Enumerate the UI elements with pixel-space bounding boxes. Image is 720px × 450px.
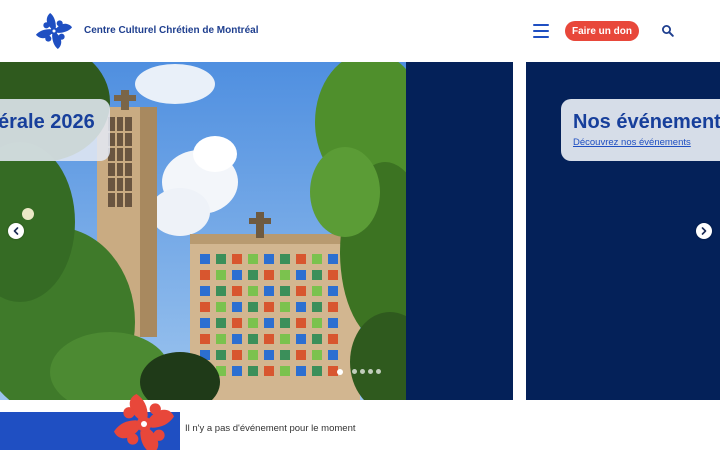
chevron-left-icon — [13, 227, 19, 235]
stained-glass-pane — [312, 350, 322, 360]
stained-glass-pane — [328, 350, 338, 360]
stained-glass-pane — [280, 318, 290, 328]
stained-glass-pane — [312, 366, 322, 376]
stained-glass-pane — [232, 366, 242, 376]
stained-glass-pane — [200, 334, 210, 344]
site-header: Centre Culturel Chrétien de Montréal Fai… — [0, 0, 720, 62]
stained-glass-pane — [264, 254, 274, 264]
stained-glass-pane — [264, 302, 274, 312]
carousel-prev-button[interactable] — [8, 223, 24, 239]
stained-glass-pane — [328, 318, 338, 328]
stained-glass-pane — [200, 270, 210, 280]
stained-glass-pane — [216, 350, 226, 360]
slide-card-assemblee[interactable]: érale 2026 — [0, 99, 110, 161]
stained-glass-pane — [248, 270, 258, 280]
stained-glass-pane — [216, 270, 226, 280]
stained-glass-pane — [232, 254, 242, 264]
page: Centre Culturel Chrétien de Montréal Fai… — [0, 0, 720, 450]
stained-glass-pane — [296, 302, 306, 312]
donate-button[interactable]: Faire un don — [565, 21, 639, 41]
stained-glass-pane — [248, 318, 258, 328]
stained-glass-pane — [328, 270, 338, 280]
stained-glass-pane — [248, 350, 258, 360]
stained-glass-pane — [216, 254, 226, 264]
slide-title: érale 2026 — [0, 111, 95, 133]
stained-glass-pane — [216, 286, 226, 296]
stained-glass-pane — [280, 334, 290, 344]
search-icon[interactable] — [661, 24, 675, 38]
pinwheel-logo-icon — [114, 394, 174, 450]
stained-glass-pane — [328, 334, 338, 344]
stained-glass-pane — [216, 334, 226, 344]
menu-line — [533, 30, 549, 32]
stained-glass-pane — [312, 286, 322, 296]
stained-glass-pane — [232, 350, 242, 360]
carousel-dot[interactable] — [376, 369, 381, 374]
events-section: Il n'y a pas d'événement pour le moment — [0, 394, 720, 450]
stained-glass-pane — [248, 334, 258, 344]
stained-glass-pane — [296, 286, 306, 296]
stained-glass-pane — [232, 334, 242, 344]
slide-navy-panel — [406, 62, 513, 400]
stained-glass-pane — [216, 302, 226, 312]
stained-glass-pane — [232, 318, 242, 328]
stained-glass-pane — [232, 270, 242, 280]
stained-glass-pane — [296, 254, 306, 264]
carousel-dot[interactable] — [360, 369, 365, 374]
stained-glass-pane — [312, 318, 322, 328]
carousel-dot[interactable] — [352, 369, 357, 374]
stained-glass-pane — [280, 254, 290, 264]
stained-glass-pane — [200, 318, 210, 328]
stained-glass-pane — [248, 254, 258, 264]
stained-glass-pane — [264, 270, 274, 280]
events-link[interactable]: Découvrez nos événements — [573, 137, 691, 148]
stained-glass-pane — [264, 318, 274, 328]
carousel-dot[interactable] — [337, 369, 343, 375]
slide-title: Nos événement — [573, 111, 720, 133]
stained-glass-pane — [328, 254, 338, 264]
stained-glass-pane — [200, 254, 210, 264]
stained-glass-pane — [296, 334, 306, 344]
stained-glass-pane — [264, 286, 274, 296]
no-events-message: Il n'y a pas d'événement pour le moment — [185, 423, 356, 434]
hamburger-menu-icon[interactable] — [533, 23, 549, 39]
chevron-right-icon — [701, 227, 707, 235]
carousel-next-button[interactable] — [696, 223, 712, 239]
carousel-dots — [337, 369, 381, 375]
stained-glass-pane — [216, 318, 226, 328]
stained-glass-pane — [200, 286, 210, 296]
stained-glass-pane — [280, 286, 290, 296]
stained-glass-pane — [328, 302, 338, 312]
stained-glass-pane — [280, 366, 290, 376]
stained-glass-pane — [312, 302, 322, 312]
stained-glass-pane — [232, 286, 242, 296]
slide-card-evenements: Nos événement — [561, 99, 720, 161]
stained-glass-pane — [264, 350, 274, 360]
hero-carousel: érale 2026 Nos événement Découvrez nos é… — [0, 62, 720, 400]
stained-glass-pane — [248, 366, 258, 376]
stained-glass-pane — [264, 366, 274, 376]
stained-glass-pane — [312, 270, 322, 280]
menu-line — [533, 36, 549, 38]
menu-line — [533, 24, 549, 26]
stained-glass-pane — [296, 318, 306, 328]
stained-glass-pane — [312, 334, 322, 344]
stained-glass-pane — [296, 270, 306, 280]
stained-glass-pane — [296, 350, 306, 360]
stained-glass-pane — [280, 270, 290, 280]
pinwheel-logo-icon[interactable] — [35, 12, 73, 50]
stained-glass-pane — [280, 302, 290, 312]
stained-glass-pane — [280, 350, 290, 360]
stained-glass-pane — [232, 302, 242, 312]
stained-glass-pane — [200, 302, 210, 312]
stained-glass-pane — [248, 286, 258, 296]
site-name[interactable]: Centre Culturel Chrétien de Montréal — [84, 25, 258, 36]
carousel-dot[interactable] — [368, 369, 373, 374]
stained-glass-pane — [328, 286, 338, 296]
stained-glass-pane — [296, 366, 306, 376]
stained-glass-pane — [312, 254, 322, 264]
stained-glass-pane — [248, 302, 258, 312]
stained-glass-pane — [264, 334, 274, 344]
